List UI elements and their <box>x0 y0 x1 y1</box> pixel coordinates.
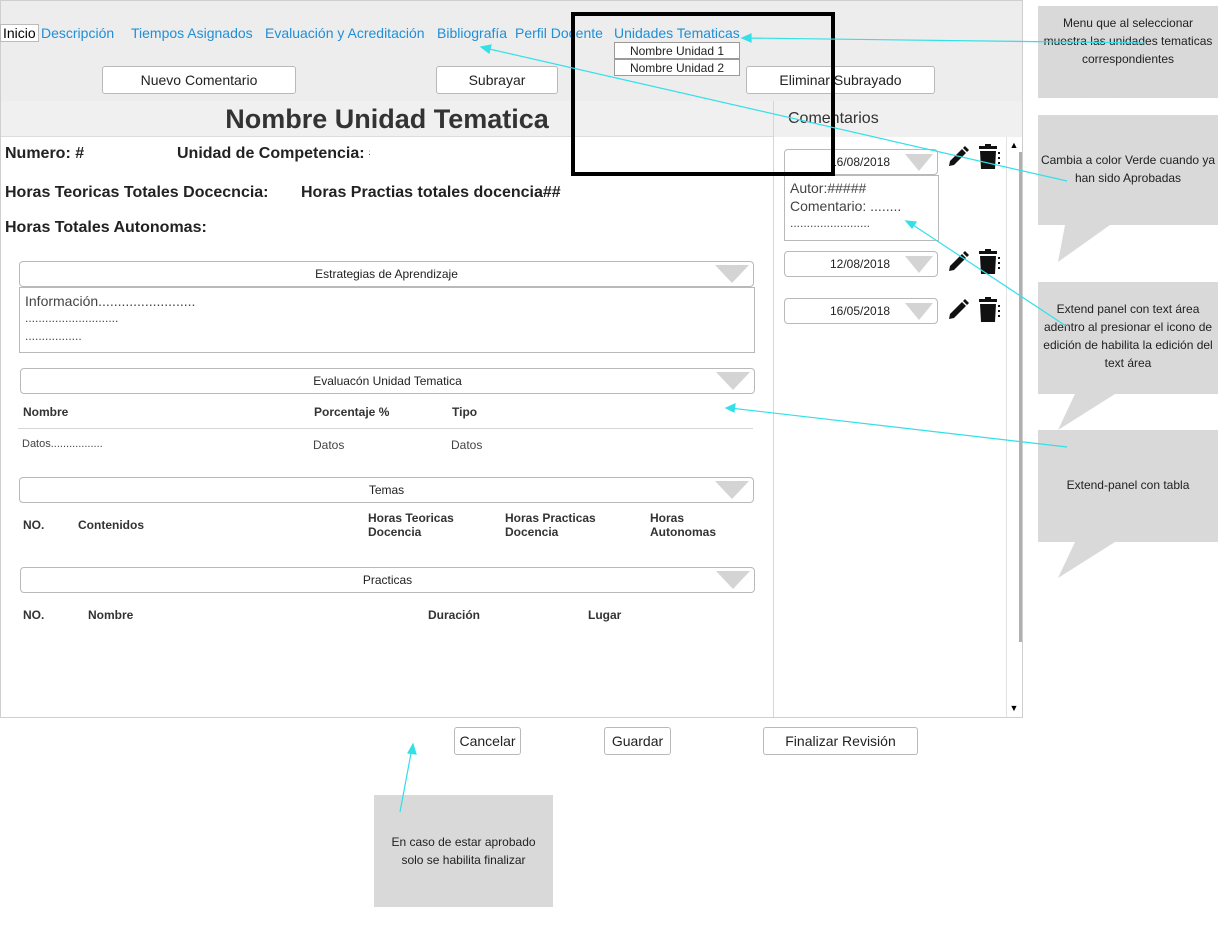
scroll-down-icon[interactable]: ▼ <box>1006 701 1022 715</box>
temas-col-horas-practicas: Horas Practicas Docencia <box>505 511 596 539</box>
evaluacion-col-porcentaje: Porcentaje % <box>314 405 390 419</box>
nav-inicio[interactable]: Inicio <box>0 24 39 42</box>
annotation-menu-text: Menu que al seleccionar muestra las unid… <box>1043 16 1213 66</box>
annotation-tail <box>1055 97 1125 98</box>
temas-col-contenidos: Contenidos <box>78 518 144 532</box>
bubble-tail-green <box>1058 225 1110 262</box>
annotation-approved: En caso de estar aprobado solo se habili… <box>374 795 553 907</box>
trash-icon[interactable] <box>976 249 1000 275</box>
underline-button[interactable]: Subrayar <box>436 66 558 94</box>
new-comment-button[interactable]: Nuevo Comentario <box>102 66 296 94</box>
horas-autonomas-field: Horas Totales Autonomas: # <box>5 219 210 236</box>
chevron-down-icon[interactable] <box>905 154 933 171</box>
estrategias-line-3: ................. <box>25 329 82 343</box>
temas-col-no: NO. <box>23 518 45 532</box>
annotation-extend-table: Extend-panel con tabla <box>1038 430 1218 542</box>
comment-date: 16/05/2018 <box>830 304 891 318</box>
scroll-up-icon[interactable]: ▲ <box>1006 138 1022 152</box>
horas-practicas-field: Horas Practias totales docencia## <box>301 184 561 201</box>
bubble-tail-extend-text <box>1058 394 1115 430</box>
estrategias-line-2: ............................ <box>25 311 119 325</box>
annotation-extend-text: Extend panel con text área adentro al pr… <box>1038 282 1218 394</box>
trash-icon[interactable] <box>976 144 1000 170</box>
comment-date-select[interactable]: 12/08/2018 <box>784 251 938 277</box>
annotation-green: Cambia a color Verde cuando ya han sido … <box>1038 115 1218 225</box>
temas-panel-header[interactable]: Temas <box>19 477 754 503</box>
nav-tiempos-asignados[interactable]: Tiempos Asignados <box>131 25 253 41</box>
estrategias-text-area[interactable]: Información......................... ...… <box>19 287 755 353</box>
temas-panel-title: Temas <box>368 483 405 497</box>
pencil-icon[interactable] <box>946 145 970 171</box>
nav-bibliografia[interactable]: Bibliografía <box>437 25 507 41</box>
evaluacion-col-nombre: Nombre <box>23 405 69 419</box>
practicas-panel-header[interactable]: Practicas <box>20 567 755 593</box>
evaluacion-panel-header[interactable]: Evaluacón Unidad Tematica <box>20 368 755 394</box>
practicas-panel-title: Practicas <box>362 573 413 587</box>
save-button[interactable]: Guardar <box>604 727 671 755</box>
practicas-col-no: NO. <box>23 608 45 622</box>
pencil-icon[interactable] <box>946 250 970 276</box>
comment-date: 12/08/2018 <box>830 257 891 271</box>
cancel-button[interactable]: Cancelar <box>454 727 521 755</box>
chevron-down-icon[interactable] <box>716 571 750 589</box>
practicas-col-nombre: Nombre <box>88 608 134 622</box>
annotation-extend-table-text: Extend-panel con tabla <box>1066 478 1190 492</box>
annotation-menu: Menu que al seleccionar muestra las unid… <box>1038 6 1218 98</box>
temas-col-horas-teoricas: Horas Teoricas Docencia <box>368 511 454 539</box>
finish-review-button[interactable]: Finalizar Revisión <box>763 727 918 755</box>
numero-field: Numero: # <box>5 145 85 162</box>
practicas-col-duracion: Duración <box>428 608 481 622</box>
trash-icon[interactable] <box>976 297 1000 323</box>
comment-author: Autor:##### <box>790 180 867 196</box>
evaluacion-panel-title: Evaluacón Unidad Tematica <box>313 374 462 388</box>
estrategias-panel-title: Estrategias de Aprendizaje <box>315 267 458 281</box>
estrategias-panel-header[interactable]: Estrategias de Aprendizaje <box>19 261 754 287</box>
bubble-tail-extend-table <box>1058 542 1115 578</box>
scrollbar-thumb[interactable] <box>1006 152 1022 642</box>
highlight-frame <box>571 12 835 176</box>
table-divider <box>18 428 753 429</box>
comment-text: Comentario: ........ <box>790 198 902 214</box>
practicas-col-lugar: Lugar <box>588 608 622 622</box>
evaluacion-col-tipo: Tipo <box>452 405 478 419</box>
pencil-icon[interactable] <box>946 298 970 324</box>
nav-descripcion[interactable]: Descripción <box>41 25 114 41</box>
comment-date: 16/08/2018 <box>830 155 891 169</box>
annotation-green-text: Cambia a color Verde cuando ya han sido … <box>1040 153 1216 185</box>
estrategias-line-1: Información......................... <box>25 293 196 309</box>
annotation-approved-text: En caso de estar aprobado solo se habili… <box>391 835 536 867</box>
comment-text-area[interactable]: Autor:##### Comentario: ........ .......… <box>784 175 939 241</box>
horas-teoricas-field: Horas Teoricas Totales Docecncia: # <box>5 184 272 201</box>
nav-evaluacion-acreditacion[interactable]: Evaluación y Acreditación <box>265 25 425 41</box>
column-divider <box>773 101 774 717</box>
temas-col-horas-autonomas: Horas Autonomas <box>650 511 716 539</box>
chevron-down-icon[interactable] <box>905 256 933 273</box>
chevron-down-icon[interactable] <box>715 265 749 283</box>
unidad-competencia-field: Unidad de Competencia: # <box>177 145 370 162</box>
comment-extra: ........................ <box>790 216 871 230</box>
evaluacion-cell-porcentaje: Datos <box>313 438 345 452</box>
chevron-down-icon[interactable] <box>905 303 933 320</box>
evaluacion-cell-nombre: Datos................. <box>22 438 103 450</box>
comment-date-select[interactable]: 16/05/2018 <box>784 298 938 324</box>
chevron-down-icon[interactable] <box>715 481 749 499</box>
evaluacion-cell-tipo: Datos <box>451 438 483 452</box>
annotation-extend-text-text: Extend panel con text área adentro al pr… <box>1043 302 1213 370</box>
chevron-down-icon[interactable] <box>716 372 750 390</box>
